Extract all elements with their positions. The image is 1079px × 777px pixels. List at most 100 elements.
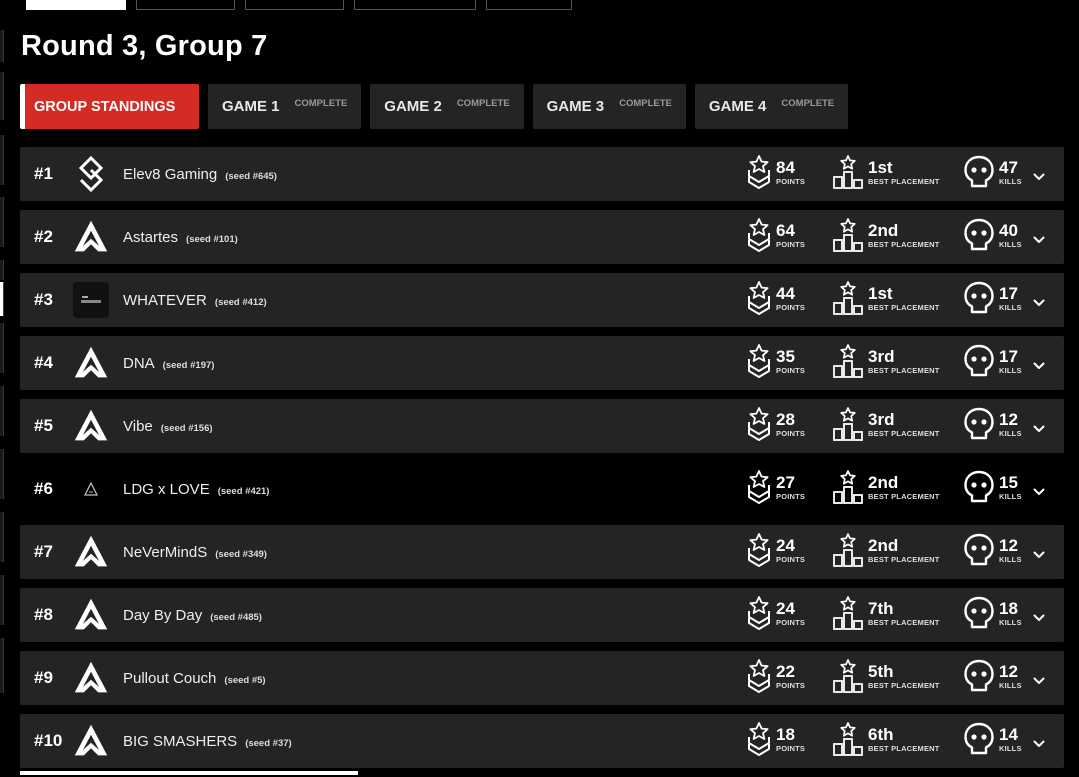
top-nav-tab[interactable] (136, 0, 235, 10)
kills-stat: 12 KILLS (963, 659, 1022, 693)
chevron-down-icon[interactable] (1033, 357, 1045, 375)
rail-segment (0, 449, 4, 499)
chevron-down-icon[interactable] (1033, 735, 1045, 753)
chevron-down-icon[interactable] (1033, 672, 1045, 690)
rank: #3 (34, 290, 53, 309)
kills-value: 17 (999, 284, 1018, 303)
placement-stat: 6th BEST PLACEMENT (832, 722, 940, 756)
team-name-text: Elev8 Gaming (123, 165, 218, 183)
chevron-down-icon[interactable] (1033, 294, 1045, 312)
kills-value: 15 (999, 473, 1018, 492)
best-placement-label: BEST PLACEMENT (868, 492, 940, 501)
points-label: POINTS (776, 555, 806, 564)
table-row[interactable]: #6 LDG x LOVE (seed #421) 27 POINTS 2nd BEST P… (20, 462, 1064, 516)
points-stat: 22 POINTS (746, 659, 805, 693)
team-name: BIG SMASHERS (seed #37) (123, 733, 292, 750)
view-tabs: GROUP STANDINGS GAME 1 COMPLETE GAME 2 COMPL… (20, 84, 849, 129)
points-label: POINTS (776, 618, 806, 627)
tab-group-standings[interactable]: GROUP STANDINGS (20, 84, 199, 129)
points-label: POINTS (776, 744, 806, 753)
placement-stat: 2nd BEST PLACEMENT (832, 533, 940, 567)
tab-game-4[interactable]: GAME 4 COMPLETE (694, 84, 849, 129)
rail-segment (0, 72, 4, 120)
kills-value: 17 (999, 347, 1018, 366)
points-label: POINTS (776, 240, 806, 249)
placement-stat: 2nd BEST PLACEMENT (832, 470, 940, 504)
podium-icon (832, 596, 864, 630)
team-name: Pullout Couch (seed #5) (123, 670, 266, 687)
table-row[interactable]: #4 DNA (seed #197) 35 POINTS 3rd BEST PLACEMEN… (20, 336, 1064, 390)
best-placement-label: BEST PLACEMENT (868, 681, 940, 690)
tab-game-2[interactable]: GAME 2 COMPLETE (370, 84, 524, 129)
best-placement-value: 2nd (868, 221, 899, 240)
kills-label: KILLS (999, 744, 1022, 753)
skull-icon (963, 155, 995, 189)
points-label: POINTS (776, 492, 806, 501)
table-row[interactable]: #2 Astartes (seed #101) 64 POINTS 2nd BEST PLA… (20, 210, 1064, 264)
points-icon (746, 722, 772, 756)
team-name: Day By Day (seed #485) (123, 607, 262, 624)
skull-icon (963, 407, 995, 441)
podium-icon (832, 155, 864, 189)
team-logo-icon (73, 156, 109, 192)
tab-game-3[interactable]: GAME 3 COMPLETE (532, 84, 686, 129)
team-name-text: Vibe (123, 417, 153, 435)
podium-icon (832, 281, 864, 315)
points-label: POINTS (776, 681, 806, 690)
best-placement-value: 5th (868, 662, 894, 681)
rank: #1 (34, 164, 53, 183)
top-nav-tabs (26, 0, 572, 10)
placement-stat: 5th BEST PLACEMENT (832, 659, 940, 693)
tab-label: GAME 2 (384, 98, 442, 115)
skull-icon (963, 596, 995, 630)
tab-label: GROUP STANDINGS (34, 98, 176, 115)
kills-value: 14 (999, 725, 1018, 744)
skull-icon (963, 722, 995, 756)
points-value: 27 (776, 473, 795, 492)
kills-label: KILLS (999, 177, 1022, 186)
tab-status: COMPLETE (294, 97, 348, 109)
rank: #6 (34, 479, 53, 498)
top-nav-tab[interactable] (354, 0, 476, 10)
points-value: 24 (776, 536, 795, 555)
table-row[interactable]: #9 Pullout Couch (seed #5) 22 POINTS 5th BEST … (20, 651, 1064, 705)
table-row[interactable]: #7 NeVerMindS (seed #349) 24 POINTS 2nd BEST P… (20, 525, 1064, 579)
rail-segment (0, 197, 4, 247)
chevron-down-icon[interactable] (1033, 168, 1045, 186)
points-icon (746, 533, 772, 567)
tab-label: GAME 4 (708, 98, 767, 115)
points-value: 22 (776, 662, 795, 681)
table-row[interactable]: #10 BIG SMASHERS (seed #37) 18 POINTS 6th BEST… (20, 714, 1064, 768)
rank: #2 (34, 227, 53, 246)
team-logo-icon (73, 219, 109, 255)
scrollbar-thumb[interactable] (20, 771, 358, 775)
tab-game-1[interactable]: GAME 1 COMPLETE (208, 84, 362, 129)
podium-icon (832, 218, 864, 252)
rail-segment (0, 386, 4, 436)
points-stat: 18 POINTS (746, 722, 805, 756)
chevron-down-icon[interactable] (1033, 483, 1045, 501)
kills-label: KILLS (999, 303, 1022, 312)
table-row[interactable]: #3 WHATEVER (seed #412) 44 POINTS 1st BEST PLA… (20, 273, 1064, 327)
top-nav-tab[interactable] (245, 0, 344, 10)
chevron-down-icon[interactable] (1033, 231, 1045, 249)
points-stat: 64 POINTS (746, 218, 805, 252)
top-nav-tab[interactable] (486, 0, 572, 10)
tab-status: COMPLETE (781, 97, 835, 109)
team-seed: (seed #485) (210, 611, 262, 623)
kills-label: KILLS (999, 555, 1022, 564)
team-name-text: LDG x LOVE (123, 480, 210, 498)
chevron-down-icon[interactable] (1033, 546, 1045, 564)
table-row[interactable]: #5 Vibe (seed #156) 28 POINTS 3rd BEST PLACEME… (20, 399, 1064, 453)
team-seed: (seed #197) (162, 359, 215, 371)
team-name-text: BIG SMASHERS (123, 732, 238, 750)
team-logo-icon (73, 282, 109, 318)
rail-segment (0, 30, 4, 62)
chevron-down-icon[interactable] (1033, 609, 1045, 627)
points-stat: 35 POINTS (746, 344, 805, 378)
table-row[interactable]: #1 Elev8 Gaming (seed #645) 84 POINTS 1st BEST… (20, 147, 1064, 201)
chevron-down-icon[interactable] (1033, 420, 1045, 438)
table-row[interactable]: #8 Day By Day (seed #485) 24 POINTS 7th BEST P… (20, 588, 1064, 642)
team-logo-icon (73, 660, 109, 696)
top-nav-tab[interactable] (26, 0, 126, 10)
